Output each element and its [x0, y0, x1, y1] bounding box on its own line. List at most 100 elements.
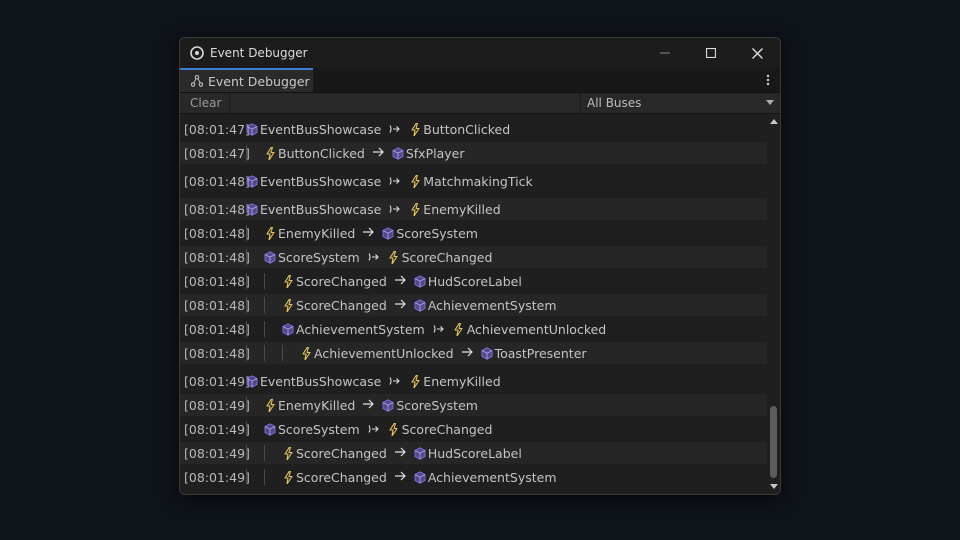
system-cube-icon [246, 174, 258, 188]
event-log-list[interactable]: [08:01:47] EventBusShowcase ButtonClicked[… [180, 114, 767, 494]
log-row[interactable]: [08:01:47] EventBusShowcase ButtonClicked [180, 118, 767, 140]
log-timestamp: [08:01:48] [184, 173, 250, 189]
log-timestamp: [08:01:47] [184, 145, 250, 161]
indent-guide [246, 297, 247, 313]
log-row[interactable]: [08:01:48] ScoreChanged AchievementSystem [180, 294, 767, 316]
scrollbar-thumb[interactable] [770, 406, 777, 478]
arrow-right-icon [394, 446, 406, 461]
source-system-name: ScoreSystem [278, 421, 360, 437]
log-row[interactable]: [08:01:48] EnemyKilled ScoreSystem [180, 222, 767, 244]
title-bar[interactable]: Event Debugger [180, 38, 780, 68]
listener-system-name: HudScoreLabel [427, 273, 522, 289]
indent-guide [246, 273, 247, 289]
log-row[interactable]: [08:01:49] ScoreChanged AchievementSystem [180, 466, 767, 488]
log-row[interactable]: [08:01:48] AchievementSystem AchievementUn… [180, 318, 767, 340]
emit-icon [389, 204, 401, 214]
event-bolt-icon [453, 322, 465, 336]
indent-guide [264, 297, 265, 313]
minimize-button[interactable] [642, 38, 688, 68]
log-row[interactable]: [08:01:49] EnemyKilled ScoreSystem [180, 394, 767, 416]
chevron-down-icon [766, 100, 774, 105]
source-system-name: ScoreSystem [278, 249, 360, 265]
event-name: EnemyKilled [278, 225, 356, 241]
event-bolt-icon [388, 422, 400, 436]
log-row[interactable]: [08:01:48] EventBusShowcase EnemyKilled [180, 198, 767, 220]
log-row[interactable]: [08:01:49] EventBusShowcase EnemyKilled [180, 370, 767, 392]
close-button[interactable] [734, 38, 780, 68]
scroll-down-arrow-icon[interactable] [770, 484, 778, 489]
event-bolt-icon [300, 346, 312, 360]
event-name: ScoreChanged [296, 273, 387, 289]
event-bolt-icon [409, 174, 421, 188]
system-cube-icon [481, 346, 493, 360]
toolbar: Clear All Buses [180, 93, 780, 114]
clear-button[interactable]: Clear [180, 93, 230, 113]
log-timestamp: [08:01:49] [184, 397, 250, 413]
log-timestamp: [08:01:48] [184, 201, 250, 217]
indent-guide [264, 345, 265, 361]
arrow-right-icon [461, 346, 473, 361]
event-name: ScoreChanged [296, 469, 387, 485]
log-entry-content: ButtonClicked SfxPlayer [264, 146, 464, 161]
log-timestamp: [08:01:49] [184, 469, 250, 485]
bus-filter-value: All Buses [587, 96, 642, 110]
event-bolt-icon [282, 446, 294, 460]
log-timestamp: [08:01:49] [184, 445, 250, 461]
scroll-up-arrow-icon[interactable] [770, 119, 778, 124]
system-cube-icon [246, 202, 258, 216]
bus-filter-dropdown[interactable]: All Buses [581, 93, 780, 113]
source-system-name: AchievementSystem [296, 321, 425, 337]
system-cube-icon [392, 146, 404, 160]
log-row[interactable]: [08:01:48] ScoreChanged HudScoreLabel [180, 270, 767, 292]
log-row[interactable]: [08:01:48] AchievementUnlocked ToastPresen… [180, 342, 767, 364]
indent-guide [246, 397, 247, 413]
arrow-right-icon [372, 146, 384, 161]
event-name: ScoreChanged [401, 249, 493, 265]
log-timestamp: [08:01:48] [184, 249, 250, 265]
log-entry-content: EventBusShowcase MatchmakingTick [246, 174, 533, 189]
indent-guide [246, 469, 247, 485]
tab-bar: Event Debugger [180, 68, 780, 93]
source-system-name: EventBusShowcase [260, 373, 382, 389]
emit-icon [433, 324, 445, 334]
log-row[interactable]: [08:01:49] ScoreSystem ScoreChanged [180, 418, 767, 440]
tab-label: Event Debugger [208, 73, 310, 89]
log-entry-content: EnemyKilled ScoreSystem [264, 226, 478, 241]
event-bolt-icon [282, 298, 294, 312]
event-debugger-window: Event Debugger Event Debugger Clear All … [179, 37, 781, 495]
tab-event-debugger[interactable]: Event Debugger [180, 68, 313, 92]
system-cube-icon [414, 298, 426, 312]
indent-guide [264, 273, 265, 289]
log-entry-content: ScoreSystem ScoreChanged [264, 250, 492, 265]
indent-guide [264, 321, 265, 337]
log-row[interactable]: [08:01:47] ButtonClicked SfxPlayer [180, 142, 767, 164]
event-name: AchievementUnlocked [466, 321, 607, 337]
maximize-button[interactable] [688, 38, 734, 68]
arrow-right-icon [363, 226, 375, 241]
source-system-name: EventBusShowcase [260, 121, 382, 137]
system-cube-icon [282, 322, 294, 336]
system-cube-icon [246, 122, 258, 136]
event-bolt-icon [282, 274, 294, 288]
event-bolt-icon [388, 250, 400, 264]
more-options-icon[interactable] [762, 71, 774, 89]
log-entry-content: ScoreSystem ScoreChanged [264, 422, 492, 437]
window-title: Event Debugger [210, 46, 308, 60]
log-timestamp: [08:01:49] [184, 373, 250, 389]
log-entry-content: EventBusShowcase EnemyKilled [246, 374, 501, 389]
event-name: MatchmakingTick [423, 173, 533, 189]
arrow-right-icon [394, 274, 406, 289]
indent-guide [264, 445, 265, 461]
indent-guide [246, 145, 247, 161]
vertical-scrollbar[interactable] [767, 114, 780, 494]
log-row[interactable]: [08:01:48] EventBusShowcase MatchmakingTic… [180, 170, 767, 192]
system-cube-icon [264, 250, 276, 264]
log-row[interactable]: [08:01:49] ScoreChanged HudScoreLabel [180, 442, 767, 464]
listener-system-name: AchievementSystem [427, 297, 557, 313]
window-controls [642, 38, 780, 68]
log-entry-content: EventBusShowcase EnemyKilled [246, 202, 501, 217]
system-cube-icon [382, 398, 394, 412]
indent-guide [246, 249, 247, 265]
system-cube-icon [414, 274, 426, 288]
log-row[interactable]: [08:01:48] ScoreSystem ScoreChanged [180, 246, 767, 268]
